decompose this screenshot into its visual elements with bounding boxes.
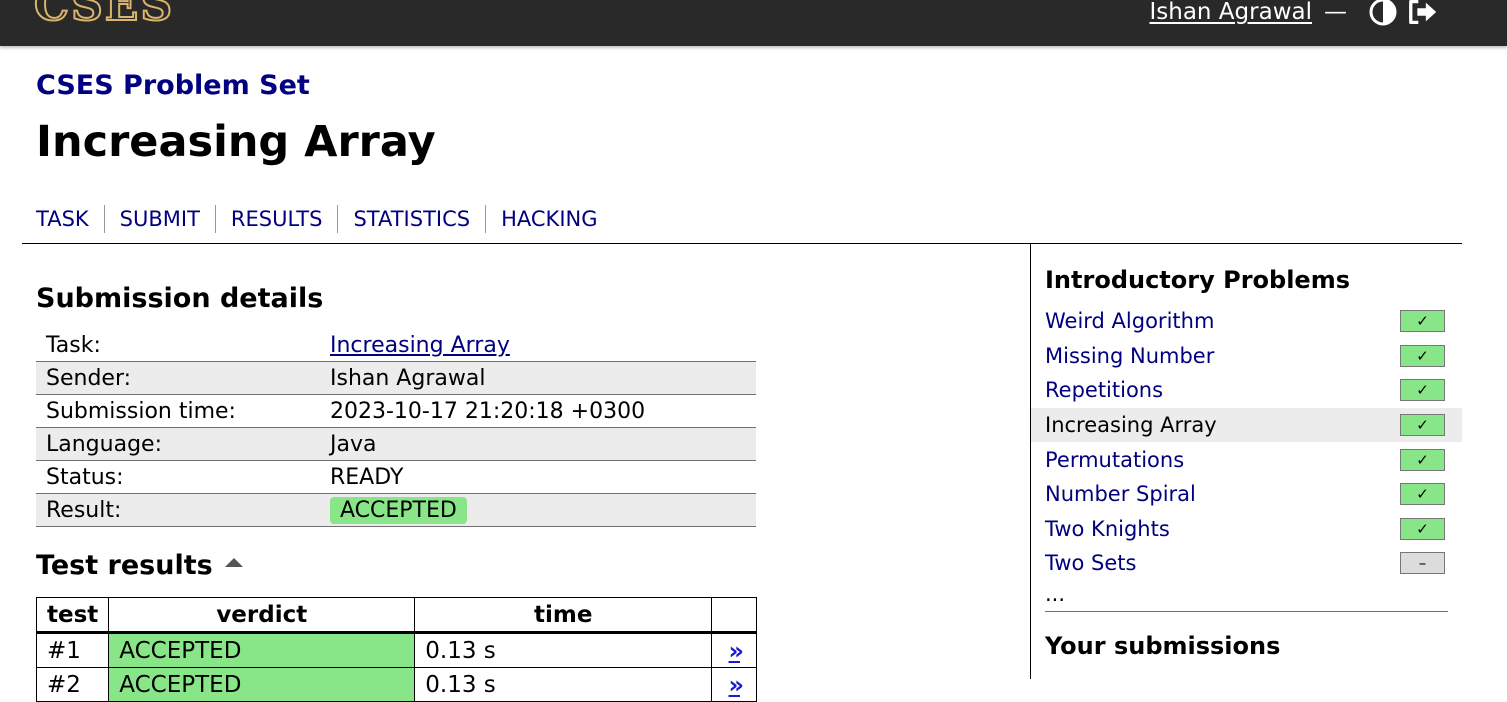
table-row: Submission time: 2023-10-17 21:20:18 +03…: [36, 394, 756, 428]
breadcrumb[interactable]: CSES Problem Set: [36, 70, 310, 101]
table-row: Result: ACCEPTED: [36, 493, 756, 527]
sidebar-heading: Introductory Problems: [1045, 266, 1350, 294]
sidebar-item-two-knights[interactable]: Two Knights ✓: [1031, 512, 1462, 547]
check-icon: ✓: [1400, 310, 1445, 333]
user-name-link[interactable]: Ishan Agrawal: [1149, 0, 1312, 25]
column-header-verdict: verdict: [108, 597, 416, 634]
check-icon: ✓: [1400, 483, 1445, 506]
problem-link[interactable]: Weird Algorithm: [1045, 309, 1214, 333]
column-header-test: test: [35, 597, 110, 634]
collapse-caret-icon[interactable]: [224, 558, 243, 567]
check-icon: ✓: [1400, 344, 1445, 367]
detail-value: 2023-10-17 21:20:18 +0300: [320, 394, 756, 428]
detail-key: Sender:: [36, 361, 320, 395]
sidebar-item-increasing-array: Increasing Array ✓: [1031, 407, 1462, 443]
tab-hacking[interactable]: HACKING: [485, 205, 612, 233]
problem-link[interactable]: Two Knights: [1045, 517, 1170, 541]
divider-horizontal: [22, 243, 1462, 244]
your-submissions-heading: Your submissions: [1045, 631, 1281, 660]
table-row: Sender: Ishan Agrawal: [36, 361, 756, 395]
detail-key: Language:: [36, 427, 320, 461]
table-row: Language: Java: [36, 427, 756, 461]
header-separator: —: [1324, 0, 1347, 25]
view-test-link[interactable]: »: [711, 667, 758, 702]
test-verdict: ACCEPTED: [108, 632, 416, 668]
test-verdict: ACCEPTED: [108, 667, 416, 702]
submission-details-heading: Submission details: [36, 283, 324, 314]
detail-key: Task:: [36, 329, 320, 362]
sidebar-item-permutations[interactable]: Permutations ✓: [1031, 442, 1462, 477]
column-header-time: time: [414, 597, 713, 634]
check-icon: ✓: [1400, 379, 1445, 402]
current-problem-label: Increasing Array: [1045, 413, 1217, 438]
sidebar-item-repetitions[interactable]: Repetitions ✓: [1031, 373, 1462, 408]
test-number: #1: [35, 632, 110, 668]
problem-link[interactable]: Two Sets: [1045, 551, 1136, 575]
result-badge: ACCEPTED: [330, 496, 467, 524]
test-results-label: Test results: [36, 550, 213, 581]
sidebar-item-number-spiral[interactable]: Number Spiral ✓: [1031, 477, 1462, 512]
sidebar-item-two-sets[interactable]: Two Sets –: [1031, 546, 1462, 581]
page-title: Increasing Array: [36, 117, 436, 167]
table-row: #1 ACCEPTED 0.13 s »: [35, 632, 758, 668]
table-header-row: test verdict time: [35, 597, 758, 634]
test-time: 0.13 s: [414, 632, 713, 668]
tab-task[interactable]: TASK: [36, 205, 104, 233]
sidebar: Introductory Problems Weird Algorithm ✓ …: [1031, 260, 1462, 670]
problem-link[interactable]: Permutations: [1045, 448, 1184, 472]
detail-key: Result:: [36, 493, 320, 527]
column-header-link: [711, 597, 758, 634]
problem-link[interactable]: Repetitions: [1045, 378, 1163, 402]
user-area: Ishan Agrawal —: [1149, 0, 1439, 28]
task-nav: TASK SUBMIT RESULTS STATISTICS HACKING: [36, 205, 613, 233]
tab-results[interactable]: RESULTS: [214, 205, 338, 233]
table-row: Status: READY: [36, 460, 756, 494]
problem-link[interactable]: Missing Number: [1045, 344, 1214, 368]
tab-statistics[interactable]: STATISTICS: [337, 205, 485, 233]
theme-toggle-icon[interactable]: [1367, 0, 1399, 28]
task-link[interactable]: Increasing Array: [330, 333, 510, 358]
test-results-table: test verdict time #1 ACCEPTED 0.13 s » #…: [35, 597, 758, 702]
detail-value: ACCEPTED: [320, 493, 756, 527]
detail-value: Java: [320, 427, 756, 461]
detail-value: Ishan Agrawal: [320, 361, 756, 395]
check-icon: ✓: [1400, 448, 1445, 471]
submission-details-table: Task: Increasing Array Sender: Ishan Agr…: [36, 329, 756, 527]
detail-value: Increasing Array: [320, 329, 756, 362]
tab-submit[interactable]: SUBMIT: [103, 205, 215, 233]
more-problems-ellipsis: ...: [1045, 581, 1066, 606]
sidebar-divider: [1045, 610, 1448, 612]
test-results-heading[interactable]: Test results: [36, 550, 243, 581]
logout-icon[interactable]: [1407, 0, 1439, 28]
table-row: Task: Increasing Array: [36, 329, 756, 362]
sidebar-item-missing-number[interactable]: Missing Number ✓: [1031, 339, 1462, 374]
detail-key: Status:: [36, 460, 320, 494]
detail-value: READY: [320, 460, 756, 494]
test-number: #2: [35, 667, 110, 702]
dash-icon: –: [1400, 552, 1445, 575]
table-row: #2 ACCEPTED 0.13 s »: [35, 667, 758, 702]
check-icon: ✓: [1400, 517, 1445, 540]
check-icon: ✓: [1400, 414, 1445, 437]
sidebar-item-weird-algorithm[interactable]: Weird Algorithm ✓: [1031, 304, 1462, 339]
test-time: 0.13 s: [414, 667, 713, 702]
problem-link[interactable]: Number Spiral: [1045, 482, 1196, 506]
view-test-link[interactable]: »: [711, 632, 758, 668]
cses-logo[interactable]: CSES: [33, 0, 174, 29]
detail-key: Submission time:: [36, 394, 320, 428]
top-bar: CSES Ishan Agrawal —: [0, 0, 1507, 46]
